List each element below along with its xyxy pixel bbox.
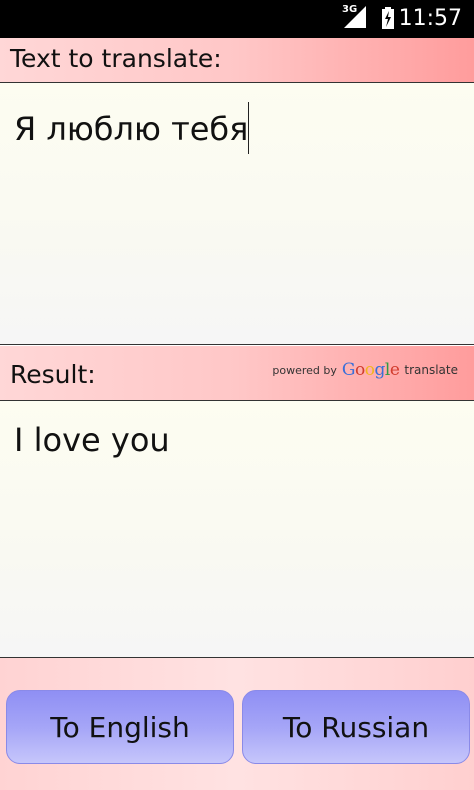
powered-by-text: powered by — [272, 363, 337, 377]
translate-word: translate — [404, 363, 458, 377]
input-label: Text to translate: — [10, 44, 222, 73]
battery-charging-icon — [382, 7, 394, 29]
result-text-field[interactable]: I love you — [0, 401, 474, 658]
powered-by-google-translate: powered by Google translate — [272, 360, 458, 380]
clock: 11:57 — [398, 6, 462, 31]
input-header: Text to translate: — [0, 38, 474, 83]
input-text: Я люблю тебя — [14, 102, 250, 157]
text-cursor — [248, 102, 250, 154]
to-russian-button[interactable]: To Russian — [242, 690, 470, 764]
google-logo: Google — [341, 360, 400, 380]
button-bar: To English To Russian — [0, 658, 474, 790]
result-header: Result: powered by Google translate — [0, 346, 474, 401]
status-bar: 3G 11:57 — [0, 0, 474, 38]
result-text: I love you — [14, 421, 170, 459]
result-label: Result: — [10, 360, 96, 389]
signal-icon: 3G — [342, 4, 366, 28]
to-english-button[interactable]: To English — [6, 690, 234, 764]
input-text-field[interactable]: Я люблю тебя — [0, 83, 474, 345]
